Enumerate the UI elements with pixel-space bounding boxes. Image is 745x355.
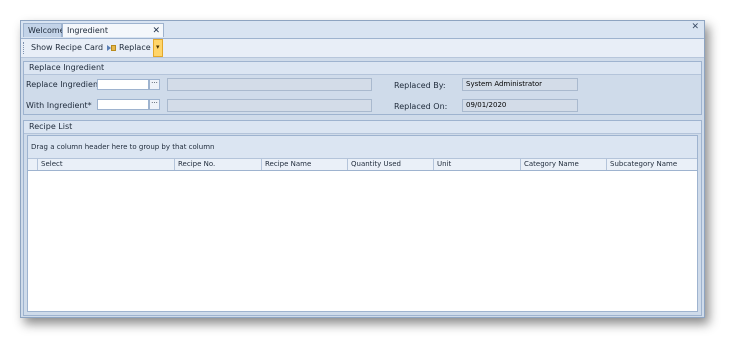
replace-icon — [107, 44, 116, 52]
replace-dropdown-button[interactable]: ▾ — [153, 39, 163, 57]
replace-ingredient-header: Replace Ingredient — [24, 62, 701, 75]
tab-ingredient-replacement[interactable]: Ingredient Replacement ✕ — [62, 23, 164, 49]
with-ingredient-label: With Ingredient* — [26, 101, 92, 110]
replace-ingredient-group: Replace Ingredient Replace Ingredient* ·… — [23, 61, 702, 115]
with-ingredient-input[interactable] — [97, 99, 149, 110]
recipe-list-header: Recipe List — [24, 121, 701, 134]
close-window-icon[interactable]: ✕ — [691, 22, 699, 32]
column-header-recipe-no[interactable]: Recipe No. — [174, 159, 261, 170]
replace-button[interactable]: Replace — [107, 41, 151, 55]
row-indicator-header — [28, 159, 36, 170]
replace-ingredient-lookup-button[interactable]: ··· — [149, 79, 160, 90]
replaced-on-field: 09/01/2020 — [462, 99, 578, 112]
replace-label: Replace — [119, 43, 151, 52]
ingredient-replacement-window: Welcome Ingredient Replacement ✕ ✕ Show … — [20, 20, 705, 318]
tab-welcome[interactable]: Welcome — [23, 23, 65, 37]
document-tab-strip: Welcome Ingredient Replacement ✕ ✕ — [21, 21, 704, 49]
recipe-list-group: Recipe List Drag a column header here to… — [23, 120, 702, 316]
toolbar: Show Recipe Card Replace ▾ — [21, 39, 704, 58]
replaced-on-label: Replaced On: — [394, 102, 448, 111]
replaced-by-label: Replaced By: — [394, 81, 446, 90]
column-header-unit[interactable]: Unit — [433, 159, 520, 170]
toolbar-grip[interactable] — [23, 42, 26, 54]
close-tab-icon[interactable]: ✕ — [152, 24, 160, 38]
column-header-select[interactable]: Select — [37, 159, 174, 170]
replace-ingredient-name-field — [167, 78, 372, 91]
column-header-category-name[interactable]: Category Name — [520, 159, 606, 170]
column-header-subcategory-name[interactable]: Subcategory Name — [606, 159, 697, 170]
group-by-hint: Drag a column header here to group by th… — [31, 143, 215, 151]
grid-column-headers: Select Recipe No. Recipe Name Quantity U… — [28, 159, 697, 171]
group-by-panel[interactable]: Drag a column header here to group by th… — [28, 136, 697, 159]
with-ingredient-lookup-button[interactable]: ··· — [149, 99, 160, 110]
replace-ingredient-label: Replace Ingredient* — [26, 80, 106, 89]
column-header-quantity-used[interactable]: Quantity Used — [347, 159, 433, 170]
recipe-grid[interactable]: Drag a column header here to group by th… — [27, 135, 698, 312]
show-recipe-card-label: Show Recipe Card — [31, 43, 104, 52]
show-recipe-card-button[interactable]: Show Recipe Card — [31, 41, 103, 55]
chevron-down-icon: ▾ — [156, 43, 160, 51]
replaced-by-field: System Administrator — [462, 78, 578, 91]
column-header-recipe-name[interactable]: Recipe Name — [261, 159, 347, 170]
with-ingredient-name-field — [167, 99, 372, 112]
replace-ingredient-input[interactable] — [97, 79, 149, 90]
tab-welcome-label: Welcome — [28, 26, 65, 35]
